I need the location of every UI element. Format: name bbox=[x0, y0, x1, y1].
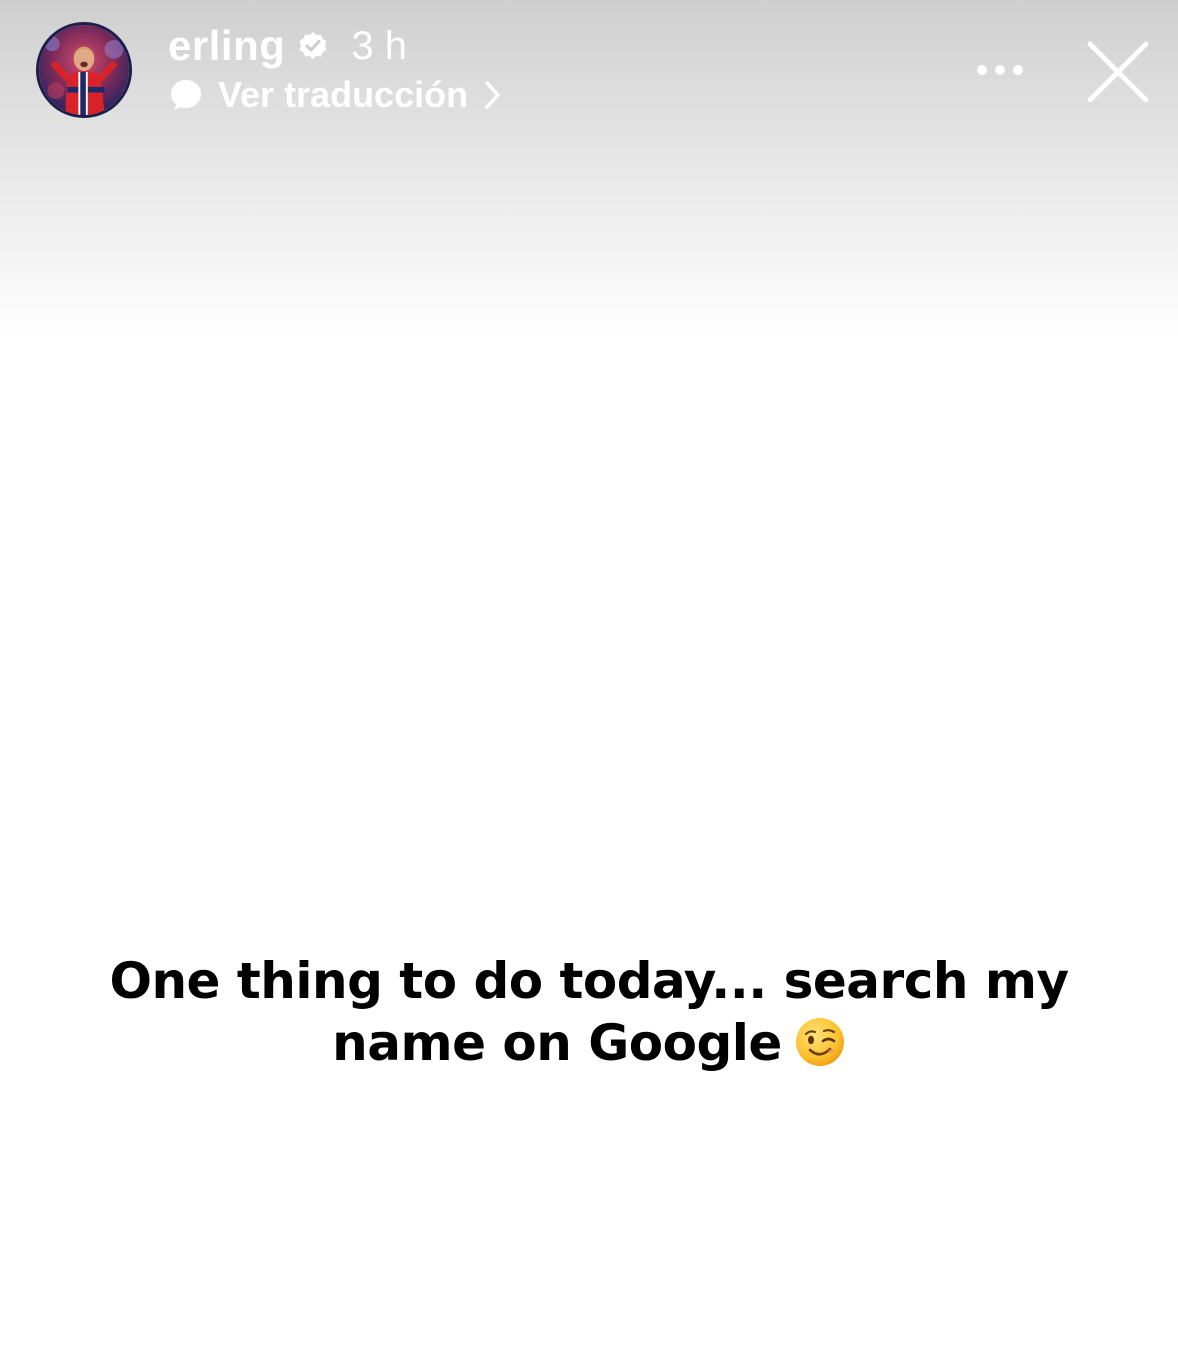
avatar-image bbox=[39, 25, 129, 115]
winking-face-emoji-icon bbox=[794, 1016, 846, 1068]
verified-badge-icon bbox=[297, 30, 329, 62]
close-button[interactable] bbox=[1082, 36, 1154, 108]
caption-line-1: One thing to do today... search my bbox=[109, 952, 1069, 1010]
chevron-right-icon bbox=[482, 78, 504, 112]
story-header: erling 3 h Ver traducción bbox=[0, 0, 1178, 140]
close-icon bbox=[1087, 41, 1149, 103]
story-caption: One thing to do today... search my name … bbox=[100, 950, 1078, 1074]
more-options-button[interactable] bbox=[968, 50, 1032, 90]
see-translation-label: Ver traducción bbox=[218, 74, 469, 115]
story-viewer[interactable]: erling 3 h Ver traducción One thing to d… bbox=[0, 0, 1178, 1369]
username[interactable]: erling bbox=[168, 22, 285, 70]
user-line: erling 3 h bbox=[168, 20, 407, 72]
avatar[interactable] bbox=[36, 22, 132, 118]
speech-bubble-icon bbox=[168, 77, 204, 113]
caption-line-2-text: name on Google bbox=[332, 1014, 782, 1072]
timestamp: 3 h bbox=[351, 23, 407, 68]
more-options-icon bbox=[977, 65, 1023, 75]
see-translation-button[interactable]: Ver traducción bbox=[168, 70, 504, 120]
caption-line-2: name on Google bbox=[100, 1012, 1078, 1074]
